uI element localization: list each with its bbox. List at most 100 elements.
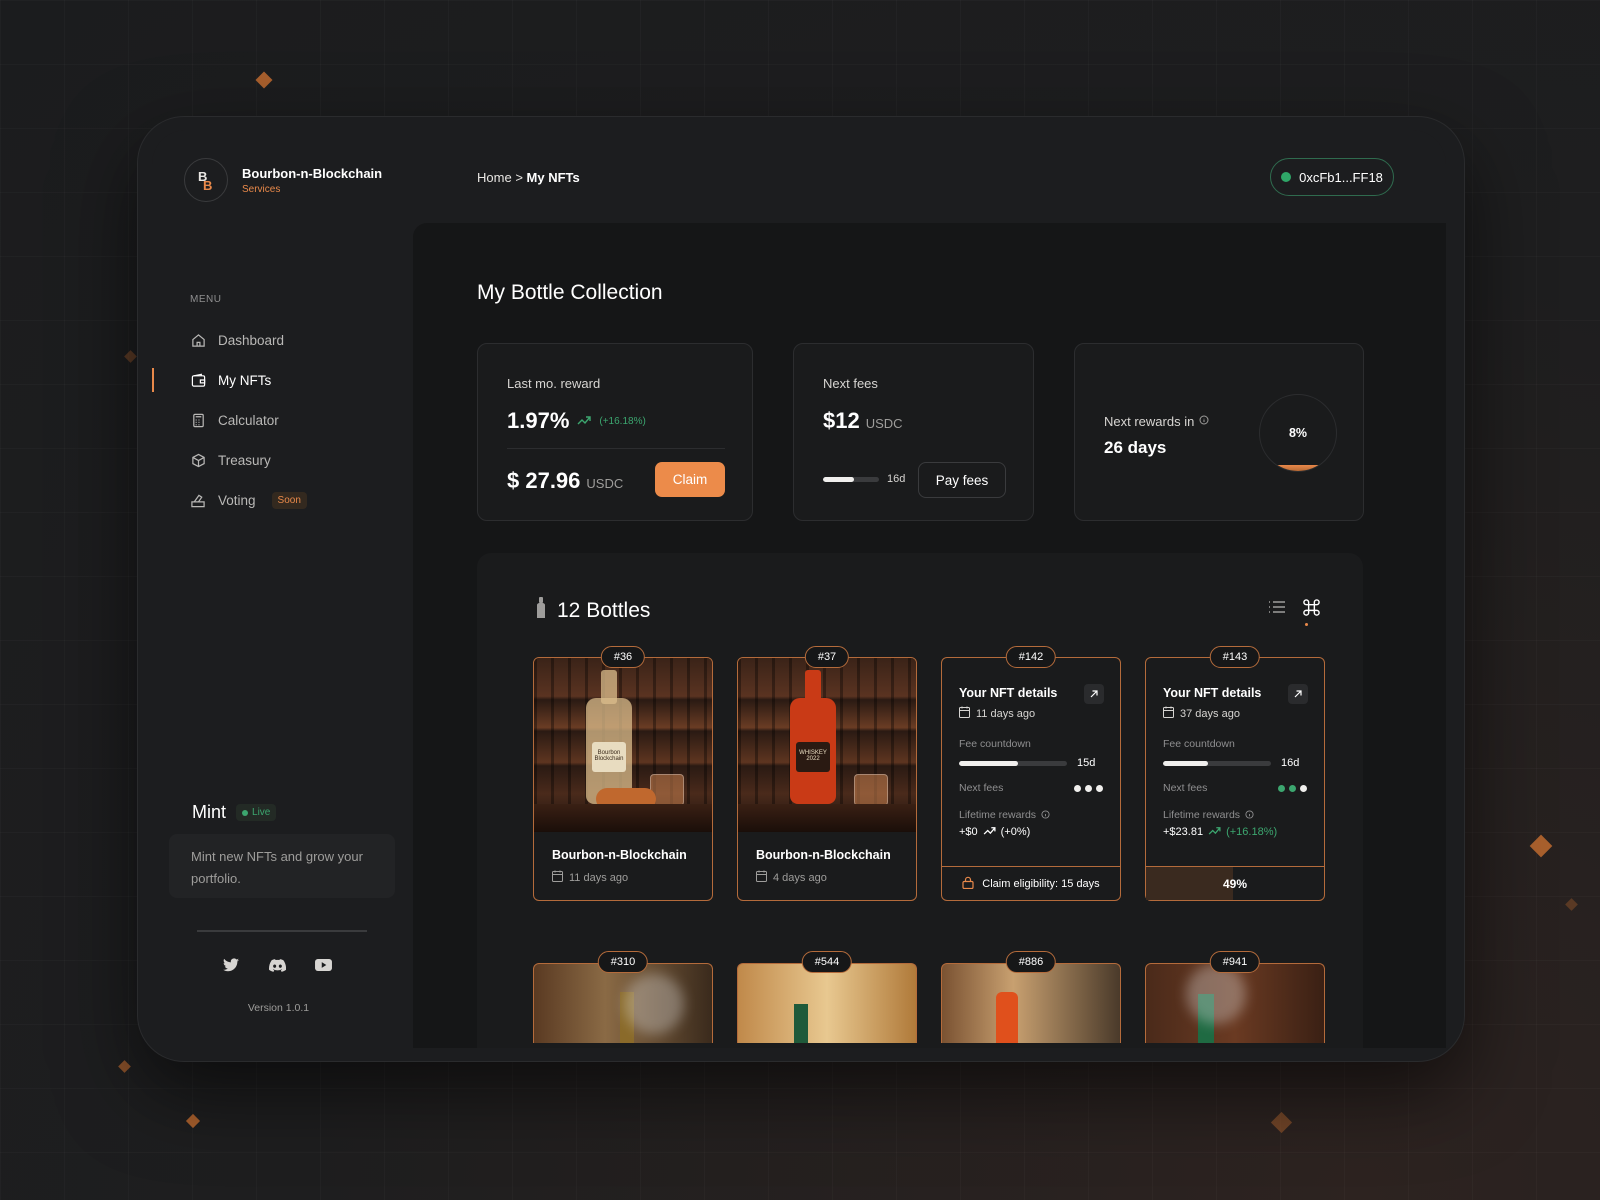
fees-unit: USDC [865, 416, 903, 431]
twitter-icon[interactable] [222, 956, 240, 974]
bottle-label: WHISKEY 2022 [796, 742, 830, 772]
next-rewards-label: Next rewards in [1104, 413, 1195, 429]
live-label: Live [252, 807, 271, 818]
menu-label: MENU [190, 294, 222, 305]
next-fees-dots [1074, 784, 1103, 792]
nft-id-tag: #142 [1005, 646, 1057, 668]
breadcrumb: Home > My NFTs [477, 170, 580, 185]
fees-amount: $12 [823, 408, 860, 433]
reward-percent: 1.97% [507, 408, 570, 433]
decor-diamond [1565, 898, 1578, 911]
nft-card[interactable] [737, 963, 917, 1043]
sidebar-item-label: Calculator [218, 412, 279, 428]
lifetime-rewards-label: Lifetime rewards [959, 809, 1037, 821]
sidebar-item-treasury[interactable]: Treasury [152, 440, 405, 480]
reward-amount-row: $ 27.96 USDC [507, 468, 623, 494]
vote-icon [190, 492, 206, 508]
claim-button[interactable]: Claim [655, 462, 725, 497]
lifetime-rewards-label: Lifetime rewards [1163, 809, 1241, 821]
sidebar-item-my-nfts[interactable]: My NFTs [152, 360, 405, 400]
reward-percent-row: 1.97% (+16.18%) [507, 408, 646, 434]
rewards-progress-gauge: 8% [1259, 394, 1337, 472]
connected-status-dot [1281, 172, 1292, 182]
nft-card[interactable]: Bourbon Blockchain #36 Bourbon-n-Blockch… [533, 646, 713, 901]
pay-fees-button[interactable]: Pay fees [918, 462, 1006, 498]
table-surface [738, 804, 916, 832]
fee-dot [1289, 784, 1296, 792]
brand-logo: BB [184, 158, 228, 202]
mint-header: Mint Live [192, 802, 277, 823]
fees-countdown: 16d [823, 473, 905, 485]
nft-date: 11 days ago [569, 871, 629, 884]
nft-id-tag: #37 [804, 646, 850, 668]
page-title: My Bottle Collection [477, 281, 663, 304]
lifetime-rewards-row: +$0 (+0%) [959, 826, 1030, 838]
fee-dot [1074, 784, 1081, 792]
external-link-icon[interactable] [1288, 684, 1308, 704]
bottles-panel: 12 Bottles Bourbon Blockchain #36 Bourbo… [477, 553, 1363, 1048]
next-fees-row: Next fees [1163, 782, 1307, 794]
fee-countdown-bar [1163, 760, 1271, 766]
fee-dot [1096, 784, 1103, 792]
wallet-button[interactable]: 0xcFb1...FF18 [1270, 158, 1394, 196]
lifetime-rewards-change: (+16.18%) [1226, 826, 1278, 838]
decor-diamond [1270, 1111, 1293, 1134]
mint-title: Mint [192, 802, 227, 822]
sidebar-nav: Dashboard My NFTs Calculator Treasury Vo… [152, 320, 405, 520]
info-icon[interactable] [1199, 412, 1209, 430]
nft-card[interactable]: WHISKEY 2022 #37 Bourbon-n-Blockchain 4 … [737, 646, 917, 901]
grid-view-icon[interactable] [1301, 597, 1321, 617]
reward-amount: $ 27.96 [507, 468, 581, 493]
calendar-icon [1163, 706, 1174, 721]
next-rewards-label-row: Next rewards in [1104, 412, 1209, 430]
nft-id-tag: #143 [1209, 646, 1261, 668]
breadcrumb-home[interactable]: Home [477, 170, 512, 185]
fee-countdown-fill [1163, 760, 1209, 766]
fee-dot [1085, 784, 1092, 792]
info-icon[interactable] [1041, 806, 1050, 824]
list-view-icon[interactable] [1267, 597, 1287, 617]
social-links [222, 956, 332, 974]
details-date: 37 days ago [1180, 707, 1240, 720]
view-toggle [1267, 597, 1321, 626]
trend-up-icon [577, 412, 592, 430]
sidebar-item-dashboard[interactable]: Dashboard [152, 320, 405, 360]
nft-details-card[interactable]: #143 Your NFT details 37 days ago Fee co… [1145, 646, 1325, 901]
reward-label: Last mo. reward [507, 376, 601, 391]
next-fees-row: Next fees [959, 782, 1103, 794]
bottles-count: 12 Bottles [557, 599, 651, 622]
next-rewards-days: 26 days [1104, 438, 1167, 457]
fee-countdown-bar [959, 760, 1067, 766]
smoke-image [624, 974, 684, 1034]
details-date-row: 37 days ago [1163, 706, 1240, 721]
nft-details-card[interactable]: #142 Your NFT details 11 days ago Fee co… [941, 646, 1121, 901]
sidebar-item-voting[interactable]: Voting Soon [152, 480, 405, 520]
details-title: Your NFT details [959, 686, 1058, 700]
brand[interactable]: BB Bourbon-n-Blockchain Services [184, 158, 382, 202]
calendar-icon [959, 706, 970, 721]
bottle-label: Bourbon Blockchain [592, 742, 626, 772]
sidebar-item-calculator[interactable]: Calculator [152, 400, 405, 440]
nft-card[interactable] [533, 963, 713, 1043]
lifetime-rewards-label-row: Lifetime rewards [1163, 806, 1254, 824]
external-link-icon[interactable] [1084, 684, 1104, 704]
nft-card[interactable] [941, 963, 1121, 1043]
sidebar-item-label: Voting [218, 492, 256, 508]
fee-countdown-label: Fee countdown [959, 738, 1031, 750]
decor-diamond [185, 1113, 201, 1129]
nft-card[interactable] [1145, 963, 1325, 1043]
wallet-address: 0xcFb1...FF18 [1299, 169, 1383, 185]
youtube-icon[interactable] [314, 956, 332, 974]
claim-eligibility-text: Claim eligibility: 15 days [982, 877, 1100, 890]
discord-icon[interactable] [268, 956, 286, 974]
bottle-image [996, 992, 1018, 1043]
nft-date-row: 11 days ago [552, 870, 628, 885]
fees-progress-fill [823, 476, 854, 482]
mint-card[interactable]: Mint new NFTs and grow your portfolio. [169, 834, 395, 898]
info-icon[interactable] [1245, 806, 1254, 824]
nft-id-tag: #886 [1005, 951, 1057, 973]
calendar-icon [552, 870, 563, 885]
calculator-icon [190, 412, 206, 428]
details-date: 11 days ago [976, 707, 1036, 720]
bottle-icon [535, 597, 547, 625]
